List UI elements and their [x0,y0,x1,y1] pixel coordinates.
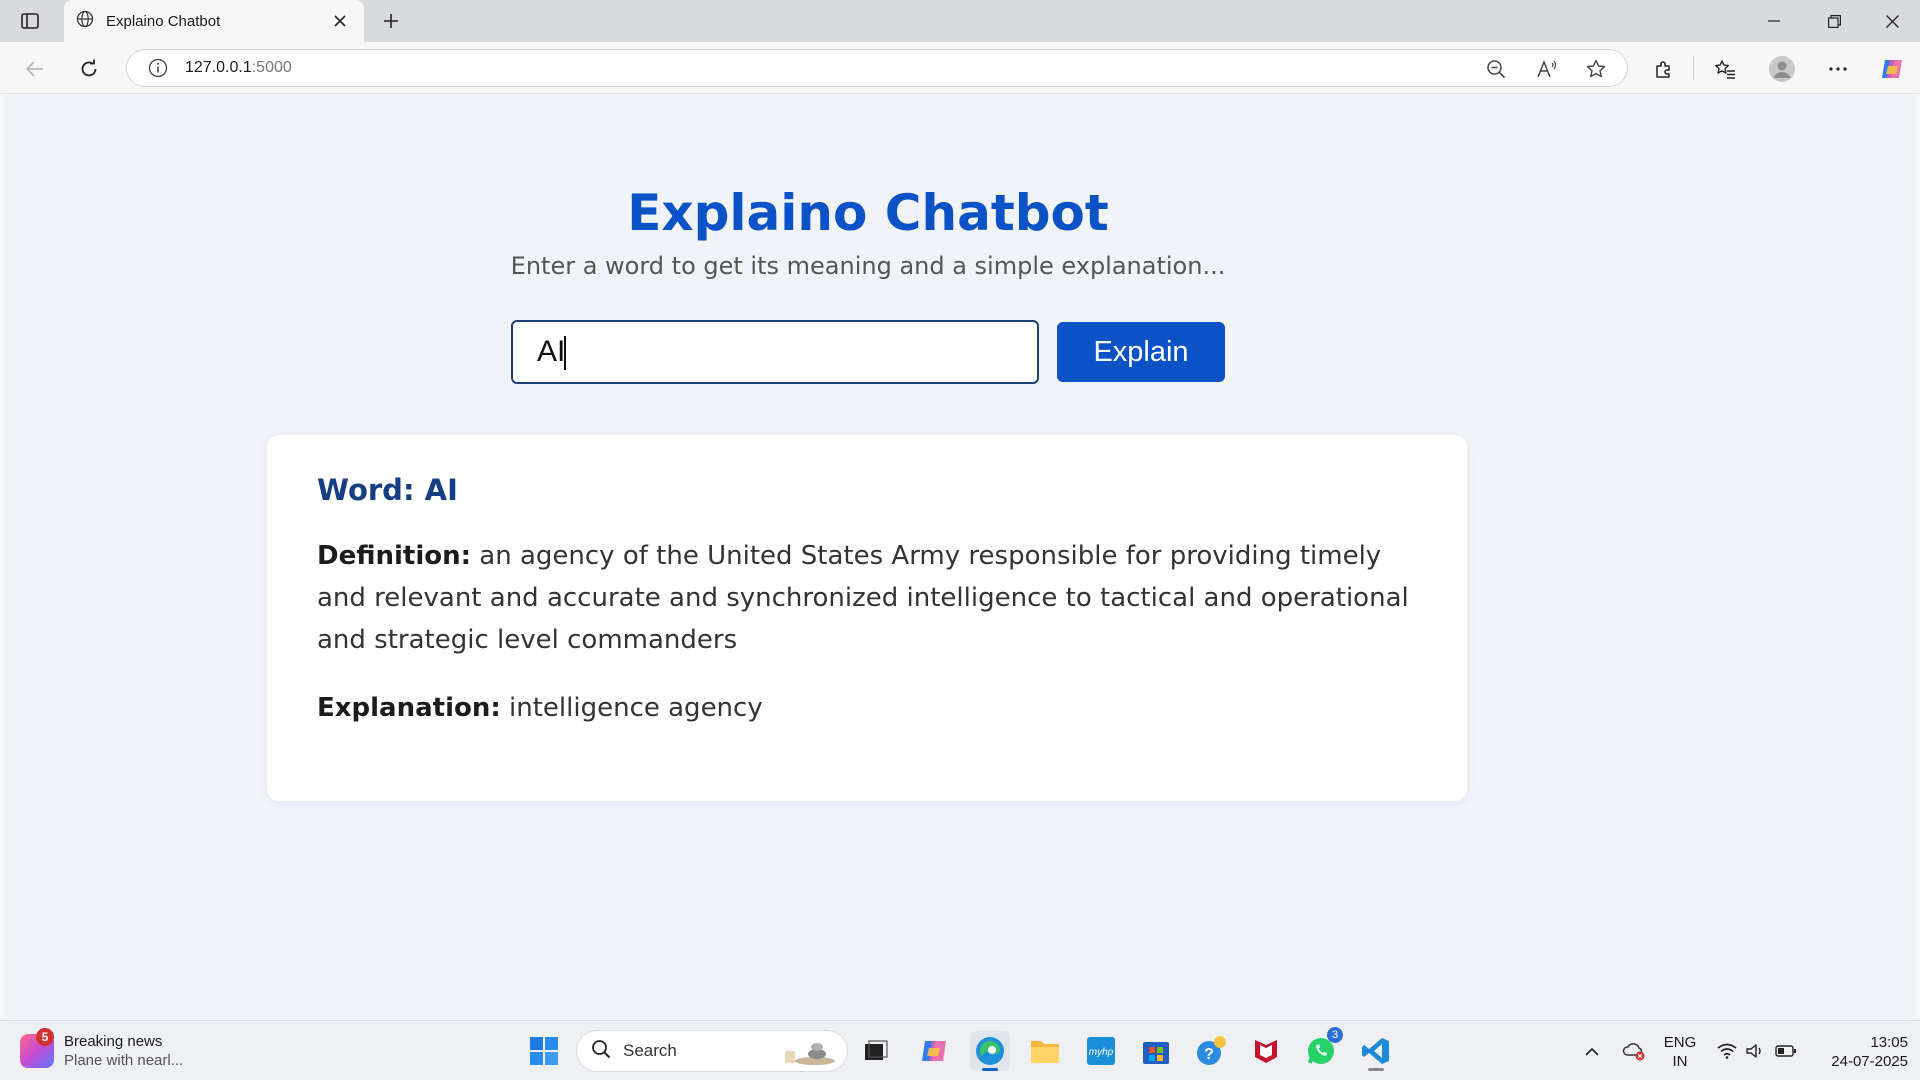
search-label: Search [623,1041,677,1060]
close-tab-icon[interactable] [328,9,352,33]
explain-button[interactable]: Explain [1057,322,1225,382]
taskbar: 5 Breaking news Plane with nearl... Sear… [0,1020,1920,1080]
profile-avatar-icon[interactable] [1766,53,1798,85]
battery-icon[interactable] [1772,1021,1800,1080]
result-word: Word: AI [317,473,458,507]
url-host: 127.0.0.1 [185,59,252,76]
svg-text:myhp: myhp [1089,1047,1114,1058]
windows-start-icon[interactable] [524,1031,564,1071]
url-port: :5000 [251,59,292,76]
definition-label: Definition: [317,541,472,571]
news-subtitle: Plane with nearl... [64,1052,184,1069]
explanation-label: Explanation: [317,693,501,723]
file-explorer-icon[interactable] [1025,1031,1065,1071]
whatsapp-badge: 3 [1327,1027,1343,1043]
favorite-star-icon[interactable] [1583,56,1609,82]
extensions-icon[interactable] [1648,53,1680,85]
more-options-icon[interactable] [1822,53,1854,85]
news-badge: 5 [36,1028,54,1046]
clock-date: 24-07-2025 [1831,1053,1908,1070]
vscode-icon[interactable] [1356,1031,1396,1071]
taskbar-search[interactable]: Search [576,1030,848,1072]
microsoft-store-icon[interactable] [1136,1031,1176,1071]
language-code: ENG [1663,1034,1697,1051]
news-widget-icon: 5 [20,1028,54,1068]
search-highlight-icon [777,1037,837,1072]
page-content: Explaino Chatbot Enter a word to get its… [4,94,1916,1018]
onedrive-error-icon[interactable] [1618,1021,1650,1080]
tab-bar: Explaino Chatbot [0,0,1920,42]
edge-browser-icon[interactable] [970,1031,1010,1071]
favorites-icon[interactable] [1709,53,1741,85]
myhp-icon[interactable]: myhp [1081,1031,1121,1071]
search-icon [591,1039,611,1064]
minimize-icon[interactable] [1746,0,1802,42]
page-subtitle: Enter a word to get its meaning and a si… [510,252,1226,280]
globe-icon [76,10,94,33]
browser-tab[interactable]: Explaino Chatbot [64,0,364,42]
close-window-icon[interactable] [1864,0,1920,42]
svg-text:?: ? [1204,1046,1214,1063]
show-hidden-icons-icon[interactable] [1578,1021,1606,1080]
new-tab-icon[interactable] [376,8,406,34]
wifi-icon[interactable] [1714,1021,1740,1080]
result-explanation: Explanation: intelligence agency [317,687,1417,729]
copilot-icon[interactable] [1876,53,1908,85]
site-info-icon[interactable] [147,57,169,79]
toolbar-divider [1693,56,1694,80]
clock-time: 13:05 [1870,1034,1908,1051]
address-bar[interactable]: 127.0.0.1:5000 [126,49,1628,87]
mcafee-icon[interactable] [1246,1031,1286,1071]
page-edge [1916,94,1920,1018]
region-code: IN [1672,1053,1688,1070]
zoom-out-icon[interactable] [1483,56,1509,82]
word-input[interactable] [511,320,1039,384]
result-card: Word: AI Definition: an agency of the Un… [267,435,1467,801]
language-indicator[interactable]: ENG IN [1650,1033,1710,1071]
definition-text: an agency of the United States Army resp… [317,541,1409,655]
page-title: Explaino Chatbot [627,184,1109,242]
clock[interactable]: 13:05 24-07-2025 [1808,1033,1908,1071]
text-caret [564,336,566,370]
help-app-icon[interactable]: ? [1191,1031,1231,1071]
address-url: 127.0.0.1:5000 [185,59,292,77]
news-widget[interactable]: 5 Breaking news Plane with nearl... [20,1028,240,1073]
whatsapp-icon[interactable]: 3 [1301,1027,1343,1071]
copilot-app-icon[interactable] [914,1031,954,1071]
task-view-icon[interactable] [856,1031,896,1071]
tab-actions-icon[interactable] [14,8,46,34]
read-aloud-icon[interactable] [1534,56,1560,82]
active-indicator [982,1068,998,1071]
running-indicator [1368,1068,1384,1071]
news-title: Breaking news [64,1033,163,1050]
refresh-icon[interactable] [73,53,105,85]
back-icon[interactable] [19,53,51,85]
volume-icon[interactable] [1742,1021,1768,1080]
restore-icon[interactable] [1806,0,1862,42]
tab-title: Explaino Chatbot [106,12,221,30]
browser-toolbar: 127.0.0.1:5000 [0,42,1920,94]
explanation-text: intelligence agency [509,693,763,723]
result-definition: Definition: an agency of the United Stat… [317,535,1417,661]
